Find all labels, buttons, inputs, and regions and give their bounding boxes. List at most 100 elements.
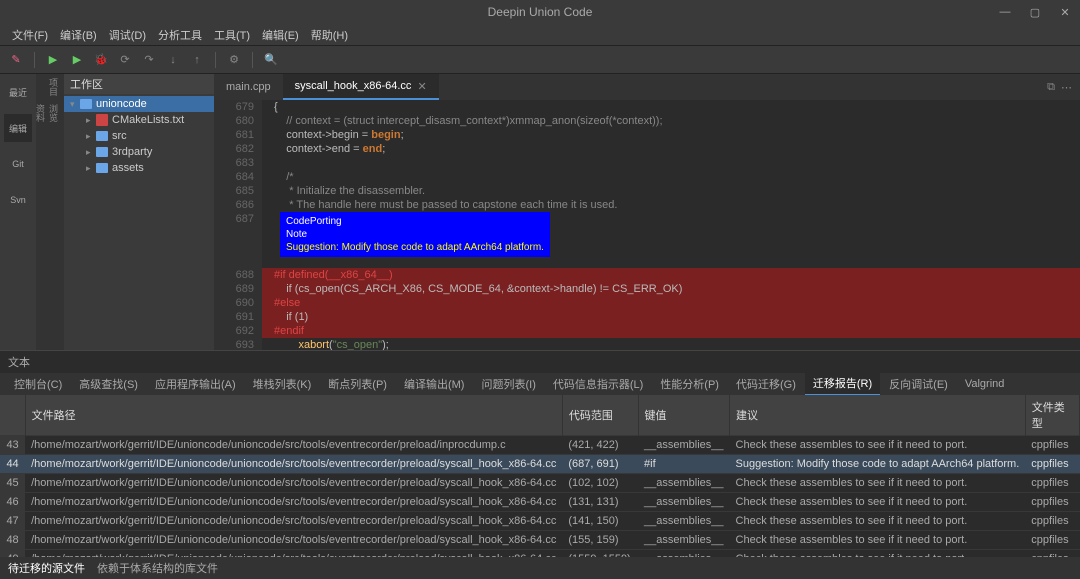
code-line[interactable]: * The handle here must be passed to caps…: [262, 198, 1080, 212]
menu-build[interactable]: 编译(B): [54, 27, 103, 43]
editor-tab[interactable]: main.cpp: [214, 74, 283, 100]
table-row[interactable]: 47/home/mozart/work/gerrit/IDE/unioncode…: [0, 512, 1080, 531]
activity-recent[interactable]: 最近: [4, 78, 32, 106]
minimize-button[interactable]: —: [990, 0, 1020, 24]
step-over-icon[interactable]: ↷: [139, 50, 159, 70]
tree-node[interactable]: ▾unioncode: [64, 96, 214, 112]
table-row[interactable]: 43/home/mozart/work/gerrit/IDE/unioncode…: [0, 436, 1080, 455]
code-line[interactable]: [262, 156, 1080, 170]
footer-tab-source[interactable]: 待迁移的源文件: [8, 560, 85, 576]
bug-icon[interactable]: 🐞: [91, 50, 111, 70]
bottom-tab[interactable]: 控制台(C): [6, 373, 70, 395]
bottom-tab[interactable]: 断点列表(P): [320, 373, 395, 395]
tree-node[interactable]: ▸src: [64, 128, 214, 144]
report-table-area[interactable]: 文件路径代码范围键值建议文件类型 43/home/mozart/work/ger…: [0, 395, 1080, 557]
activity-svn[interactable]: Svn: [4, 186, 32, 214]
search-icon[interactable]: 🔍: [261, 50, 281, 70]
menu-debug[interactable]: 调试(D): [103, 27, 152, 43]
window-title: Deepin Union Code: [488, 5, 593, 19]
tab-close-icon[interactable]: ✕: [417, 80, 426, 93]
settings-icon[interactable]: ⚙: [224, 50, 244, 70]
table-header[interactable]: 代码范围: [562, 395, 638, 436]
menu-file[interactable]: 文件(F): [6, 27, 54, 43]
bottom-tab[interactable]: 反向调试(E): [881, 373, 956, 395]
tree-node[interactable]: ▸assets: [64, 160, 214, 176]
menu-icon[interactable]: ⋯: [1061, 81, 1072, 94]
code-line[interactable]: #else: [262, 296, 1080, 310]
close-button[interactable]: ✕: [1050, 0, 1080, 24]
tab-bar: main.cppsyscall_hook_x86-64.cc✕ ⧉ ⋯: [214, 74, 1080, 100]
bottom-tab[interactable]: 应用程序输出(A): [147, 373, 244, 395]
suggestion-popup: CodePorting Note Suggestion: Modify thos…: [280, 212, 550, 257]
editor-tab[interactable]: syscall_hook_x86-64.cc✕: [283, 74, 439, 100]
code-line[interactable]: context->end = end;: [262, 142, 1080, 156]
bottom-label: 文本: [0, 351, 1080, 373]
code-line[interactable]: #if defined(__x86_64__): [262, 268, 1080, 282]
editor-area: main.cppsyscall_hook_x86-64.cc✕ ⧉ ⋯ 6796…: [214, 74, 1080, 350]
sidebar-header: 工作区: [64, 74, 214, 94]
bottom-tab[interactable]: 性能分析(P): [652, 373, 727, 395]
menu-help[interactable]: 帮助(H): [305, 27, 354, 43]
run-icon[interactable]: ▶: [43, 50, 63, 70]
tree-node[interactable]: ▸3rdparty: [64, 144, 214, 160]
table-row[interactable]: 49/home/mozart/work/gerrit/IDE/unioncode…: [0, 550, 1080, 558]
menu-edit[interactable]: 编辑(E): [256, 27, 305, 43]
code-line[interactable]: if (1): [262, 310, 1080, 324]
code-line[interactable]: {: [262, 100, 1080, 114]
table-header[interactable]: 文件类型: [1025, 395, 1079, 436]
bottom-tab[interactable]: 代码迁移(G): [728, 373, 804, 395]
bottom-tab[interactable]: 问题列表(I): [473, 373, 543, 395]
menu-analyze[interactable]: 分析工具: [152, 27, 208, 43]
main-area: 最近 编辑 Git Svn 项目 浏览资料 工作区 ▾unioncode▸CMa…: [0, 74, 1080, 350]
report-table: 文件路径代码范围键值建议文件类型 43/home/mozart/work/ger…: [0, 395, 1080, 557]
code-line[interactable]: // context = (struct intercept_disasm_co…: [262, 114, 1080, 128]
file-tree: ▾unioncode▸CMakeLists.txt▸src▸3rdparty▸a…: [64, 94, 214, 350]
sidebar: 工作区 ▾unioncode▸CMakeLists.txt▸src▸3rdpar…: [64, 74, 214, 350]
table-row[interactable]: 48/home/mozart/work/gerrit/IDE/unioncode…: [0, 531, 1080, 550]
code-line[interactable]: * Initialize the disassembler.: [262, 184, 1080, 198]
bottom-tab[interactable]: 堆栈列表(K): [245, 373, 320, 395]
menu-tools[interactable]: 工具(T): [208, 27, 256, 43]
code-line[interactable]: /*: [262, 170, 1080, 184]
code-content[interactable]: CodePorting Note Suggestion: Modify thos…: [262, 100, 1080, 350]
activity-edit[interactable]: 编辑: [4, 114, 32, 142]
activity-git[interactable]: Git: [4, 150, 32, 178]
bottom-tab[interactable]: 代码信息指示器(L): [545, 373, 651, 395]
footer-tabs: 待迁移的源文件 依赖于体系结构的库文件: [0, 557, 1080, 579]
split-icon[interactable]: ⧉: [1047, 81, 1055, 94]
step-into-icon[interactable]: ↓: [163, 50, 183, 70]
maximize-button[interactable]: ▢: [1020, 0, 1050, 24]
table-header[interactable]: 建议: [730, 395, 1026, 436]
window-controls: — ▢ ✕: [990, 0, 1080, 24]
bottom-tabs: 控制台(C)高级查找(S)应用程序输出(A)堆栈列表(K)断点列表(P)编译输出…: [0, 373, 1080, 395]
footer-tab-lib[interactable]: 依赖于体系结构的库文件: [97, 560, 218, 576]
table-header[interactable]: [0, 395, 25, 436]
menubar: 文件(F) 编译(B) 调试(D) 分析工具 工具(T) 编辑(E) 帮助(H): [0, 24, 1080, 46]
code-line[interactable]: #endif: [262, 324, 1080, 338]
bottom-tab[interactable]: 编译输出(M): [396, 373, 473, 395]
step-icon[interactable]: ⟳: [115, 50, 135, 70]
code-line[interactable]: if (cs_open(CS_ARCH_X86, CS_MODE_64, &co…: [262, 282, 1080, 296]
run-debug-icon[interactable]: ▶: [67, 50, 87, 70]
activity-bar: 最近 编辑 Git Svn: [0, 74, 36, 350]
sec-browse[interactable]: 浏览资料: [40, 104, 60, 124]
table-row[interactable]: 46/home/mozart/work/gerrit/IDE/unioncode…: [0, 493, 1080, 512]
code-line[interactable]: xabort("cs_open");: [262, 338, 1080, 350]
separator: [215, 52, 216, 68]
secondary-bar: 项目 浏览资料: [36, 74, 64, 350]
table-header[interactable]: 键值: [638, 395, 730, 436]
table-row[interactable]: 45/home/mozart/work/gerrit/IDE/unioncode…: [0, 474, 1080, 493]
table-row[interactable]: 44/home/mozart/work/gerrit/IDE/unioncode…: [0, 455, 1080, 474]
code-area[interactable]: 6796806816826836846856866876886896906916…: [214, 100, 1080, 350]
bottom-tab[interactable]: Valgrind: [957, 375, 1013, 393]
table-header[interactable]: 文件路径: [25, 395, 562, 436]
sec-project[interactable]: 项目: [40, 78, 60, 98]
step-out-icon[interactable]: ↑: [187, 50, 207, 70]
edit-icon[interactable]: ✎: [6, 50, 26, 70]
separator: [34, 52, 35, 68]
tab-bar-right: ⧉ ⋯: [1047, 81, 1080, 94]
code-line[interactable]: context->begin = begin;: [262, 128, 1080, 142]
tree-node[interactable]: ▸CMakeLists.txt: [64, 112, 214, 128]
bottom-tab[interactable]: 高级查找(S): [71, 373, 146, 395]
bottom-tab[interactable]: 迁移报告(R): [805, 372, 880, 396]
